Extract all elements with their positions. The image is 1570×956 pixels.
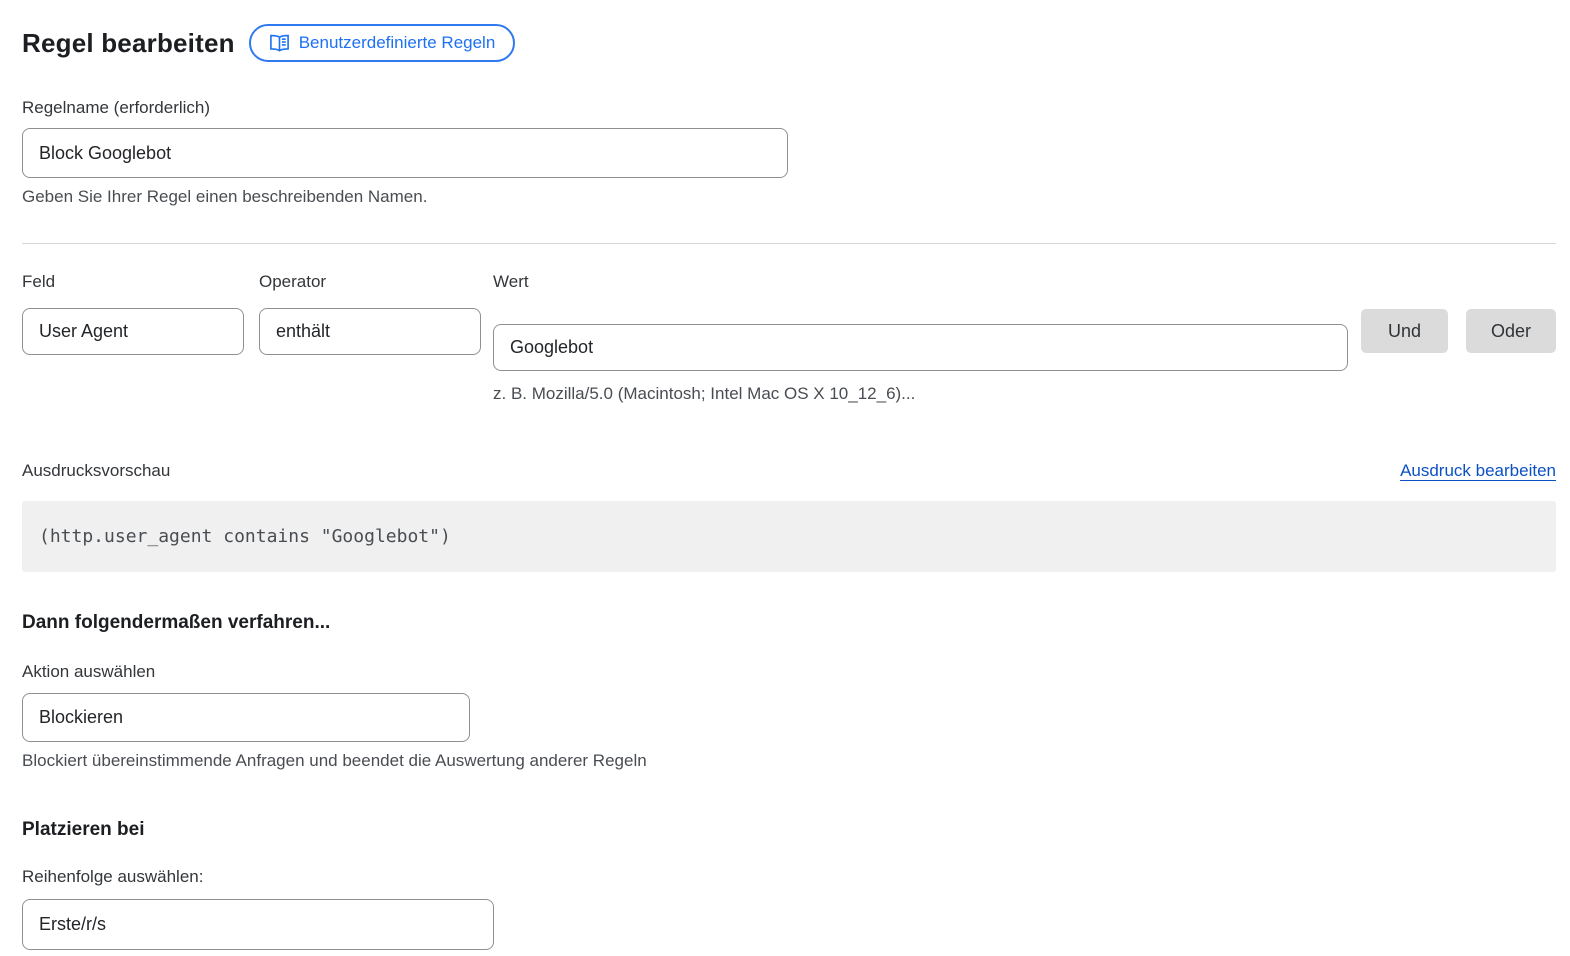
- and-button[interactable]: Und: [1361, 309, 1448, 353]
- placement-heading: Platzieren bei: [22, 819, 1556, 841]
- page-title: Regel bearbeiten: [22, 28, 235, 59]
- field-label: Feld: [22, 272, 244, 292]
- custom-rules-docs-button[interactable]: Benutzerdefinierte Regeln: [249, 24, 516, 62]
- operator-select[interactable]: enthält: [259, 308, 481, 355]
- expression-preview-box: (http.user_agent contains "Googlebot"): [22, 501, 1556, 572]
- rule-name-help: Geben Sie Ihrer Regel einen beschreibend…: [22, 187, 1556, 207]
- operator-label: Operator: [259, 272, 481, 292]
- expression-code: (http.user_agent contains "Googlebot"): [39, 526, 451, 547]
- page-header: Regel bearbeiten Benutzerdefinierte Rege…: [22, 24, 1556, 62]
- value-column: Wert z. B. Mozilla/5.0 (Macintosh; Intel…: [493, 272, 1348, 404]
- value-input[interactable]: [493, 324, 1348, 371]
- placement-label: Reihenfolge auswählen:: [22, 867, 1556, 887]
- value-label: Wert: [493, 272, 1348, 292]
- rule-name-input[interactable]: [22, 128, 788, 178]
- rule-editor-page: Regel bearbeiten Benutzerdefinierte Rege…: [0, 0, 1570, 950]
- open-book-icon: [269, 34, 290, 52]
- rule-name-label: Regelname (erforderlich): [22, 98, 1556, 118]
- operator-select-value: enthält: [276, 321, 330, 342]
- rule-name-section: Regelname (erforderlich) Geben Sie Ihrer…: [22, 98, 1556, 207]
- action-label: Aktion auswählen: [22, 662, 1556, 682]
- expression-header: Ausdrucksvorschau Ausdruck bearbeiten: [22, 461, 1556, 481]
- conjunction-buttons: Und Oder: [1361, 309, 1556, 353]
- action-heading: Dann folgendermaßen verfahren...: [22, 612, 1556, 634]
- expression-preview-label: Ausdrucksvorschau: [22, 461, 170, 481]
- action-section: Dann folgendermaßen verfahren... Aktion …: [22, 612, 1556, 771]
- field-column: Feld User Agent: [22, 272, 244, 355]
- placement-order-value: Erste/r/s: [39, 914, 106, 935]
- operator-column: Operator enthält: [259, 272, 481, 355]
- placement-section: Platzieren bei Reihenfolge auswählen: Er…: [22, 819, 1556, 950]
- edit-expression-link[interactable]: Ausdruck bearbeiten: [1400, 461, 1556, 481]
- condition-row: Feld User Agent Operator enthält Wert z: [22, 272, 1556, 404]
- action-help: Blockiert übereinstimmende Anfragen und …: [22, 751, 1556, 771]
- value-help: z. B. Mozilla/5.0 (Macintosh; Intel Mac …: [493, 384, 1348, 404]
- section-divider: [22, 243, 1556, 244]
- placement-order-select[interactable]: Erste/r/s: [22, 899, 494, 950]
- action-select-value: Blockieren: [39, 707, 123, 728]
- or-button[interactable]: Oder: [1466, 309, 1556, 353]
- action-select[interactable]: Blockieren: [22, 693, 470, 742]
- field-select-value: User Agent: [39, 321, 128, 342]
- field-select[interactable]: User Agent: [22, 308, 244, 355]
- custom-rules-docs-label: Benutzerdefinierte Regeln: [299, 33, 496, 53]
